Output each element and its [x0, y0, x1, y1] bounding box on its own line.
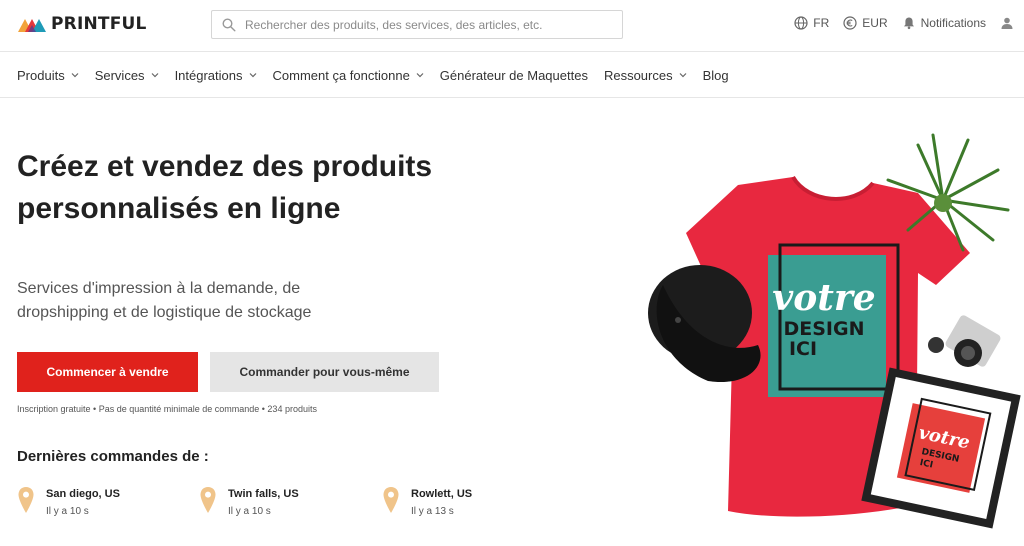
nav-item-label: Comment ça fonctionne: [272, 67, 410, 83]
recent-order-item: San diego, US Il y a 10 s: [17, 486, 120, 520]
account-button[interactable]: [1000, 16, 1014, 30]
nav-item-ressources[interactable]: Ressources: [604, 68, 687, 83]
start-selling-button[interactable]: Commencer à vendre: [17, 352, 198, 392]
order-city: San diego, US: [46, 488, 120, 500]
notifications-label: Notifications: [920, 16, 986, 30]
search-icon: [222, 17, 236, 32]
printful-logo[interactable]: PRINTFUL: [18, 14, 147, 34]
nav-item-produits[interactable]: Produits: [17, 68, 79, 83]
order-time: Il y a 10 s: [46, 506, 89, 517]
location-pin-icon: [18, 487, 34, 513]
recent-order-item: Rowlett, US Il y a 13 s: [382, 486, 472, 520]
currency-label: EUR: [862, 16, 888, 30]
order-city: Twin falls, US: [228, 488, 299, 500]
chevron-down-icon: [71, 73, 79, 78]
search-bar[interactable]: [211, 10, 623, 39]
language-label: FR: [813, 16, 830, 30]
hero-title: Créez et vendez des produits personnalis…: [17, 150, 433, 225]
shirt-design-text-3: ICI: [789, 338, 817, 360]
location-pin-icon: [383, 487, 399, 513]
recent-orders-title: Dernières commandes de :: [17, 448, 209, 465]
language-selector[interactable]: FR: [794, 16, 829, 30]
recent-order-item: Twin falls, US Il y a 10 s: [199, 486, 299, 520]
camera-illustration: [928, 315, 1001, 367]
brand-name: PRINTFUL: [51, 14, 147, 34]
nav-item-comment-ca-fonctionne[interactable]: Comment ça fonctionne: [273, 68, 424, 83]
top-bar: PRINTFUL FR EUR: [0, 0, 1024, 52]
order-city: Rowlett, US: [411, 488, 473, 500]
chevron-down-icon: [416, 73, 424, 78]
nav-item-label: Générateur de Maquettes: [439, 67, 588, 83]
nav-item-label: Intégrations: [174, 67, 243, 83]
user-icon: [1001, 17, 1013, 29]
order-for-yourself-button[interactable]: Commander pour vous-même: [210, 352, 439, 392]
bell-icon: [903, 17, 914, 30]
hero-product-image: votre DESIGN ICI votre DESIGN ICI: [648, 133, 1021, 529]
globe-icon: [794, 16, 808, 30]
shirt-design-text-1: votre: [772, 277, 875, 319]
printful-logo-icon: [18, 19, 46, 32]
nav-item-label: Services: [94, 67, 145, 83]
top-right-menu: FR EUR Notifications: [794, 16, 1014, 30]
nav-item-label: Blog: [702, 67, 729, 83]
search-input[interactable]: [245, 17, 615, 32]
chevron-down-icon: [679, 73, 687, 78]
order-time: Il y a 13 s: [411, 506, 454, 517]
chevron-down-icon: [249, 73, 256, 78]
nav-item-blog[interactable]: Blog: [703, 68, 729, 83]
currency-selector[interactable]: EUR: [843, 16, 888, 30]
hero-note: Inscription gratuite • Pas de quantité m…: [17, 404, 317, 414]
order-time: Il y a 10 s: [228, 506, 271, 517]
chevron-down-icon: [151, 73, 158, 78]
nav-item-services[interactable]: Services: [95, 68, 159, 83]
notifications-button[interactable]: Notifications: [902, 16, 986, 30]
hero-subtitle: Services d'impression à la demande, de d…: [17, 280, 312, 321]
main-nav: Produits Services Intégrations Comment ç…: [0, 53, 1024, 98]
nav-item-label: Ressources: [603, 67, 673, 83]
shirt-design-text-2: DESIGN: [783, 318, 864, 340]
nav-item-label: Produits: [17, 67, 65, 83]
location-pin-icon: [200, 487, 216, 513]
picture-frame-illustration: votre DESIGN ICI: [861, 367, 1021, 529]
euro-icon: [843, 16, 857, 30]
nav-item-integrations[interactable]: Intégrations: [175, 68, 257, 83]
nav-item-generateur-de-maquettes[interactable]: Générateur de Maquettes: [440, 68, 588, 83]
